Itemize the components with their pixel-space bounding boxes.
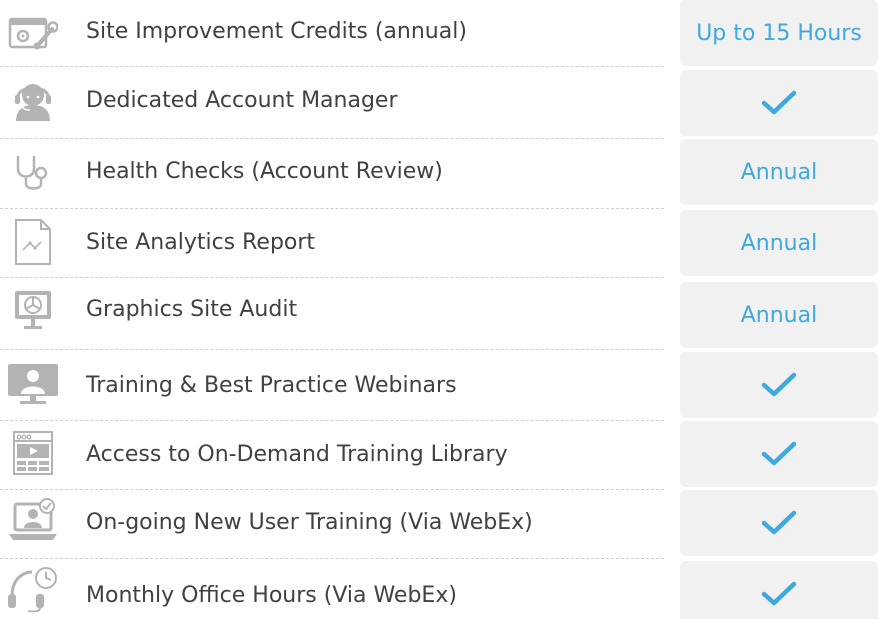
video-library-icon [0,428,66,478]
webinar-presenter-icon [0,359,66,409]
feature-value-cell: Annual [680,139,878,205]
feature-value-cell [680,70,878,136]
feature-row: On-going New User Training (Via WebEx) [0,490,884,561]
feature-row: Graphics Site Audit Annual [0,279,884,349]
stethoscope-icon [0,148,66,198]
headset-clock-icon [0,564,66,614]
feature-value-cell [680,352,878,418]
feature-label: Training & Best Practice Webinars [86,373,457,398]
row-divider [0,277,664,278]
feature-value-cell: Annual [680,282,878,348]
feature-value-cell [680,561,878,619]
row-divider [0,66,664,67]
feature-label: Graphics Site Audit [86,297,298,322]
row-divider [0,558,664,559]
row-divider [0,489,664,490]
feature-value-cell: Up to 15 Hours [680,0,878,66]
checkmark-icon [761,90,797,115]
report-document-icon [0,217,66,267]
feature-label: Access to On-Demand Training Library [86,442,508,467]
feature-label: Site Improvement Credits (annual) [86,19,467,44]
row-divider [0,349,664,350]
feature-value-cell [680,421,878,487]
feature-row: Training & Best Practice Webinars [0,351,884,421]
features-table: Site Improvement Credits (annual) Up to … [0,0,884,619]
row-divider [0,208,664,209]
feature-value-cell [680,490,878,556]
feature-label: Site Analytics Report [86,230,316,255]
feature-value-text: Up to 15 Hours [696,20,862,46]
feature-value-text: Annual [740,159,818,185]
feature-label: Dedicated Account Manager [86,88,398,113]
feature-value-cell: Annual [680,210,878,276]
checkmark-icon [761,441,797,466]
row-divider [0,420,664,421]
feature-row: Monthly Office Hours (Via WebEx) [0,560,884,630]
feature-row: Dedicated Account Manager [0,68,884,138]
feature-label: Monthly Office Hours (Via WebEx) [86,583,457,608]
feature-value-text: Annual [740,302,818,328]
feature-row: Site Analytics Report Annual [0,210,884,280]
feature-label: On-going New User Training (Via WebEx) [86,510,533,535]
row-divider [0,138,664,139]
monitor-pie-chart-icon [0,285,66,335]
checkmark-icon [761,372,797,397]
feature-value-text: Annual [740,230,818,256]
headset-agent-icon [0,76,66,126]
feature-label: Health Checks (Account Review) [86,159,443,184]
settings-wrench-icon [0,8,66,58]
checkmark-icon [761,581,797,606]
laptop-user-check-icon [0,495,66,545]
feature-row: Health Checks (Account Review) Annual [0,139,884,210]
feature-row: Access to On-Demand Training Library [0,421,884,492]
feature-row: Site Improvement Credits (annual) Up to … [0,0,884,70]
checkmark-icon [761,510,797,535]
